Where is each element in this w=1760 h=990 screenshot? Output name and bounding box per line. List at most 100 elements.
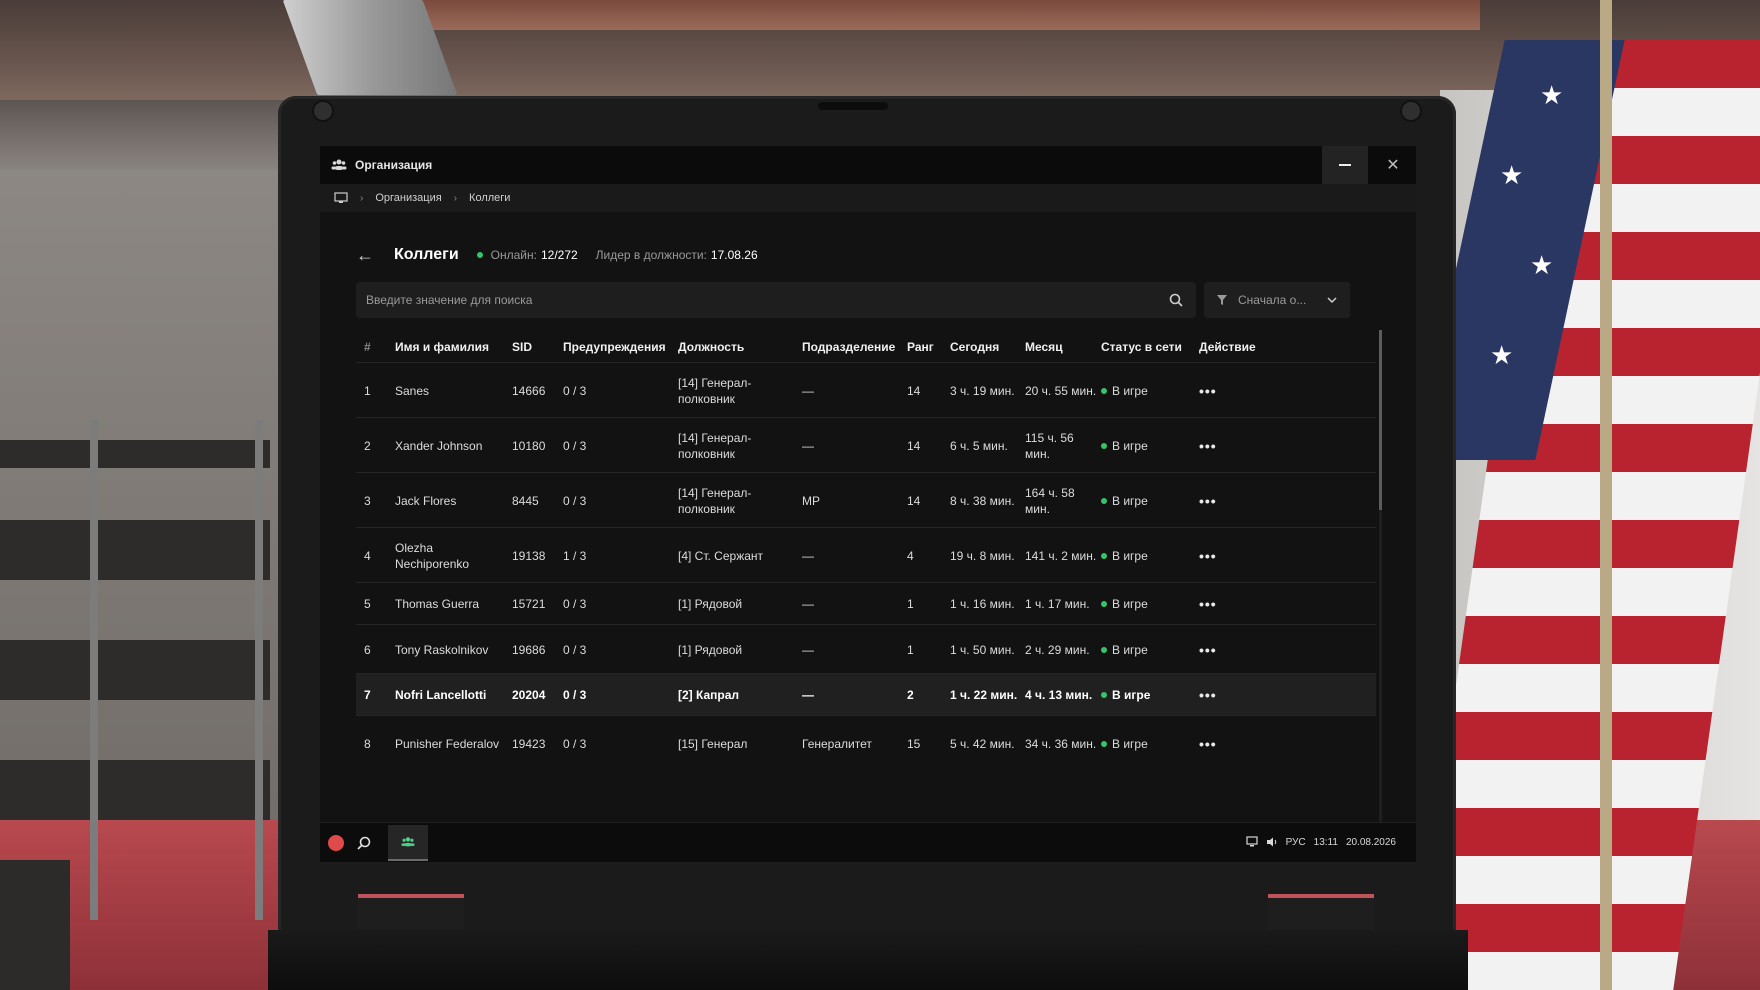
people-icon <box>331 159 347 170</box>
bunk-bed <box>0 640 270 700</box>
table-row[interactable]: 3 Jack Flores 8445 0 / 3 [14] Генерал-полков… <box>356 472 1376 527</box>
column-header-position[interactable]: Должность <box>678 340 744 354</box>
search-input[interactable] <box>366 293 1146 307</box>
column-header-status[interactable]: Статус в сети <box>1101 340 1182 354</box>
search-icon[interactable] <box>356 835 372 851</box>
table-row[interactable]: 4 Olezha Nechiporenko 19138 1 / 3 [4] Ст. Се… <box>356 527 1376 582</box>
close-button[interactable]: ✕ <box>1370 146 1416 184</box>
leader-label: Лидер в должности: <box>595 248 707 262</box>
cell-department: — <box>802 548 814 563</box>
cell-department: — <box>802 642 814 657</box>
title-bar: Организация ✕ <box>320 146 1416 184</box>
search-icon[interactable] <box>1168 292 1184 308</box>
cell-sid: 14666 <box>512 383 546 398</box>
cell-rank: 4 <box>907 548 914 563</box>
column-header-department[interactable]: Подразделение <box>802 340 895 354</box>
language-indicator[interactable]: РУС <box>1286 837 1306 848</box>
chevron-down-icon <box>1327 297 1337 304</box>
cell-rank: 15 <box>907 736 921 751</box>
breadcrumb: › Организация › Коллеги <box>320 184 1416 212</box>
cell-department: — <box>802 597 814 611</box>
back-arrow-icon[interactable]: ← <box>356 245 374 266</box>
cell-status: В игре <box>1101 528 1148 583</box>
cell-name: Jack Flores <box>395 493 457 508</box>
cell-sid: 19423 <box>512 736 546 751</box>
column-header-rank[interactable]: Ранг <box>907 340 934 354</box>
cell-month: 34 ч. 36 мин. <box>1025 736 1097 751</box>
table-row[interactable]: 6 Tony Raskolnikov 19686 0 / 3 [1] Рядовой — 1… <box>356 624 1376 673</box>
taskbar-app-organization[interactable] <box>388 825 428 861</box>
cell-name: Punisher Federalov <box>395 736 500 751</box>
more-actions-icon[interactable]: ••• <box>1199 716 1217 771</box>
system-tray: РУС 13:11 20.08.2026 <box>1246 836 1404 848</box>
cell-rank: 14 <box>907 493 921 508</box>
cell-month: 164 ч. 58 мин. <box>1025 485 1075 516</box>
cell-today: 1 ч. 16 мин. <box>950 597 1015 611</box>
column-header-month[interactable]: Месяц <box>1025 340 1063 354</box>
cell-sid: 10180 <box>512 438 546 453</box>
cell-number: 7 <box>364 688 371 702</box>
table-row[interactable]: 8 Punisher Federalov 19423 0 / 3 [15] Генера… <box>356 715 1376 770</box>
sort-dropdown[interactable]: Сначала о... <box>1204 282 1350 318</box>
cell-department: — <box>802 438 814 453</box>
more-actions-icon[interactable]: ••• <box>1199 363 1217 418</box>
column-header-warnings[interactable]: Предупреждения <box>563 340 666 354</box>
column-header-name[interactable]: Имя и фамилия <box>395 340 489 354</box>
start-logo-icon[interactable] <box>328 835 344 851</box>
online-dot-icon <box>1101 387 1107 394</box>
laptop-webcam <box>818 102 888 110</box>
cell-today: 1 ч. 22 мин. <box>950 688 1018 702</box>
monitor-icon[interactable] <box>1246 836 1258 848</box>
table-row[interactable]: 5 Thomas Guerra 15721 0 / 3 [1] Рядовой — 1 1 ч… <box>356 582 1376 624</box>
table-row[interactable]: 1 Sanes 14666 0 / 3 [14] Генерал-полковник — 1… <box>356 362 1376 417</box>
left-wall-shadow <box>0 100 300 170</box>
column-header-sid[interactable]: SID <box>512 340 532 354</box>
online-dot-icon <box>1101 442 1107 449</box>
more-actions-icon[interactable]: ••• <box>1199 583 1217 625</box>
laptop-hinge <box>358 894 464 930</box>
cell-sid: 8445 <box>512 493 539 508</box>
online-dot-icon <box>1101 646 1107 653</box>
breadcrumb-item-organization[interactable]: Организация <box>375 192 441 204</box>
cell-warnings: 0 / 3 <box>563 597 587 611</box>
cell-month: 115 ч. 56 мин. <box>1025 430 1074 461</box>
scrollbar-thumb[interactable] <box>1379 330 1382 510</box>
minimize-button[interactable] <box>1322 146 1368 184</box>
breadcrumb-item-colleagues[interactable]: Коллеги <box>469 192 510 204</box>
monitor-icon[interactable] <box>334 192 348 204</box>
cell-warnings: 0 / 3 <box>563 736 587 751</box>
laptop-screw <box>312 100 334 122</box>
column-header-today[interactable]: Сегодня <box>950 340 999 354</box>
cell-name: Xander Johnson <box>395 438 483 453</box>
flagpole <box>1600 0 1612 990</box>
speaker-icon[interactable] <box>1266 836 1278 848</box>
more-actions-icon[interactable]: ••• <box>1199 528 1217 583</box>
cell-rank: 1 <box>907 642 914 657</box>
status-text: В игре <box>1112 597 1148 611</box>
cell-sid: 20204 <box>512 688 546 702</box>
bunk-bed <box>0 520 270 580</box>
cell-position: [14] Генерал-полковник <box>678 375 752 406</box>
more-actions-icon[interactable]: ••• <box>1199 418 1217 473</box>
table-row[interactable]: 2 Xander Johnson 10180 0 / 3 [14] Генерал-по… <box>356 417 1376 472</box>
cell-position: [14] Генерал-полковник <box>678 430 752 461</box>
minimize-icon <box>1339 164 1351 166</box>
column-header-number[interactable]: # <box>364 340 371 354</box>
cell-status: В игре <box>1101 716 1148 771</box>
cell-department: — <box>802 383 814 398</box>
cell-rank: 14 <box>907 383 921 398</box>
cell-position: [2] Капрал <box>678 688 740 702</box>
leader-date: 17.08.26 <box>710 248 758 262</box>
more-actions-icon[interactable]: ••• <box>1199 473 1217 528</box>
close-icon: ✕ <box>1386 157 1400 174</box>
cell-name: Tony Raskolnikov <box>395 642 489 657</box>
more-actions-icon[interactable]: ••• <box>1199 625 1217 674</box>
cell-warnings: 0 / 3 <box>563 642 587 657</box>
more-actions-icon[interactable]: ••• <box>1199 674 1217 716</box>
table-row[interactable]: 7 Nofri Lancellotti 20204 0 / 3 [2] Капрал — 2… <box>356 673 1376 715</box>
bunk-post <box>255 420 263 920</box>
cell-department: Генералитет <box>802 736 872 751</box>
page-header: ← Коллеги Онлайн: 12/272 Лидер в должнос… <box>356 244 758 266</box>
cell-today: 1 ч. 50 мин. <box>950 642 1015 657</box>
clock-date: 20.08.2026 <box>1345 836 1396 848</box>
